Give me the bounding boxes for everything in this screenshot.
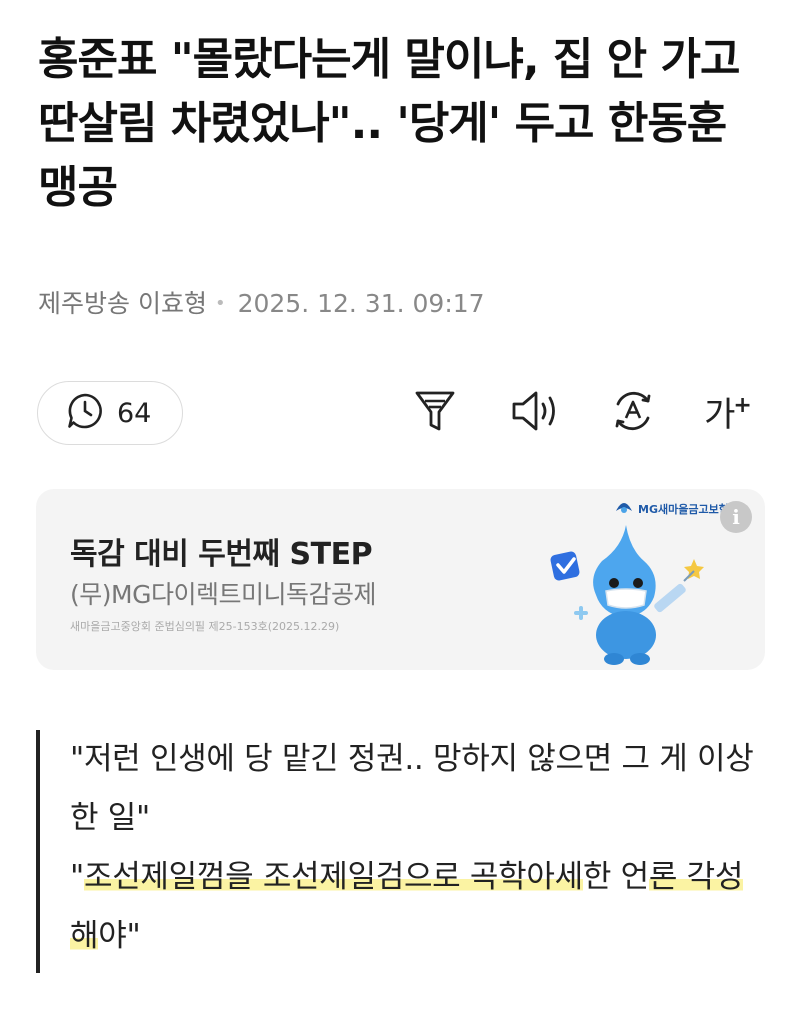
byline-separator: • [214, 293, 226, 314]
font-size-label: 가 [704, 394, 735, 435]
comment-button[interactable]: 64 [37, 381, 183, 445]
quote-line-2: "조선제일껌을 조선제일검으로 곡학아세한 언론 각성해야" [70, 848, 766, 966]
quote-text-mid: 한 언 [582, 859, 649, 895]
filter-icon [413, 388, 457, 438]
font-size-button[interactable]: 가+ [700, 386, 754, 440]
font-size-plus: + [733, 392, 751, 418]
summary-filter-button[interactable] [408, 386, 462, 440]
byline: 제주방송 이효형 • 2025. 12. 31. 09:17 [38, 284, 485, 320]
quote-open-mark: " [70, 859, 84, 895]
comment-clock-icon [65, 391, 105, 435]
brand-logo-icon [614, 499, 634, 518]
ad-brand: MG새마을금고보험 [614, 499, 729, 518]
speaker-icon [509, 388, 561, 438]
article-headline: 홍준표 "몰랐다는게 말이냐, 집 안 가고 딴살림 차렸었나".. '당게' … [38, 34, 740, 213]
ad-subtitle: (무)MG다이렉트미니독감공제 [70, 580, 376, 609]
translate-button[interactable] [606, 386, 660, 440]
quote-block: "저런 인생에 당 맡긴 정권.. 망하지 않으면 그 게 이상한 일" "조선… [36, 730, 766, 973]
quote-line-1: "저런 인생에 당 맡긴 정권.. 망하지 않으면 그 게 이상한 일" [70, 741, 754, 836]
read-aloud-button[interactable] [508, 386, 562, 440]
publish-date: 2025. 12. 31. 09:17 [237, 289, 485, 318]
press-reporter[interactable]: 제주방송 이효형 [38, 289, 207, 318]
quote-text-end: 야" [98, 918, 141, 954]
ad-title: 독감 대비 두번째 STEP [70, 537, 373, 572]
ad-compliance-note: 새마을금고중앙회 준법심의필 제25-153호(2025.12.29) [70, 620, 340, 633]
ad-info-icon[interactable]: i [720, 501, 752, 533]
translate-icon [609, 387, 657, 439]
highlighted-phrase-1: 조선제일껌을 조선제일검으로 곡학아세 [83, 859, 583, 895]
ad-banner[interactable]: 독감 대비 두번째 STEP (무)MG다이렉트미니독감공제 새마을금고중앙회 … [36, 489, 765, 670]
mascot-image [544, 517, 714, 670]
comment-count: 64 [117, 397, 152, 429]
font-size-icon: 가+ [704, 392, 752, 435]
ad-brand-name: MG새마을금고보험 [638, 502, 729, 516]
